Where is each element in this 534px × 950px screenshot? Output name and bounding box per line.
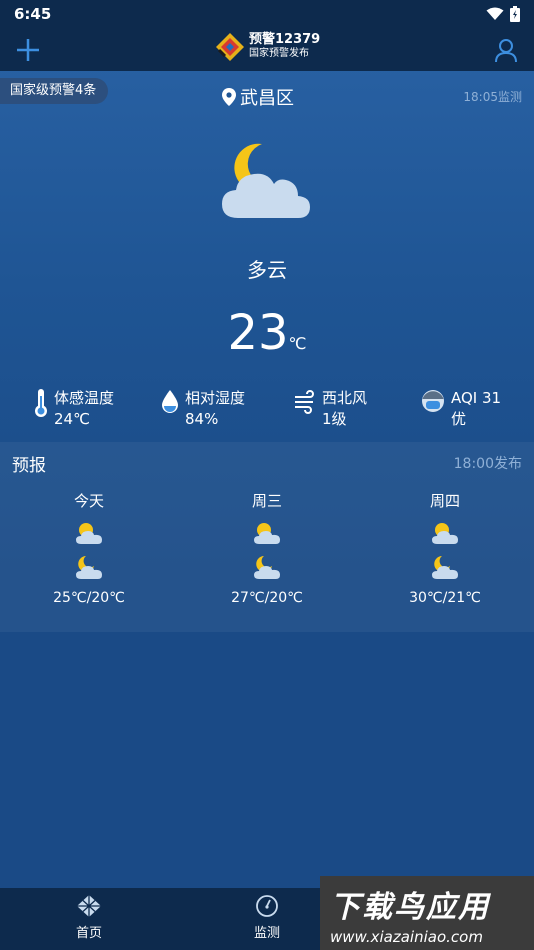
brand-title: 预警12379	[249, 32, 321, 47]
mask-face-icon	[422, 390, 444, 412]
nav-monitor-label: 监测	[253, 926, 280, 941]
wind-icon	[295, 390, 314, 414]
app-bar: 预警12379 国家预警发布	[0, 28, 534, 71]
forecast-day[interactable]: 周四 30℃/21℃	[356, 490, 534, 606]
gauge-icon	[256, 895, 278, 917]
warning-logo-icon	[216, 33, 244, 61]
wind-direction: 西北风	[322, 389, 368, 407]
status-time: 6:45	[14, 5, 52, 23]
partly-cloudy-day-icon	[76, 523, 102, 544]
weather-details: 体感温度 24℃ 相对湿度 84% 西北风 1级 AQI 31 优	[0, 388, 534, 434]
day-temp-range: 27℃/20℃	[231, 590, 303, 606]
forecast-day[interactable]: 周三 27℃/20℃	[178, 490, 356, 606]
humidity-drop-icon	[162, 390, 178, 413]
aqi-level: 优	[451, 410, 467, 428]
partly-cloudy-day-icon	[254, 523, 280, 544]
day-name: 周三	[251, 492, 282, 510]
day-name: 周四	[429, 492, 460, 510]
watermark-title: 下载鸟应用	[330, 890, 490, 925]
nav-home[interactable]: 首页	[29, 894, 149, 941]
forecast-day[interactable]: 今天 25℃/20℃	[0, 490, 178, 606]
forecast-publish-time: 18:00发布	[453, 456, 522, 472]
wind: 西北风 1级	[294, 388, 367, 430]
nav-home-label: 首页	[75, 926, 102, 941]
humidity-label: 相对湿度	[185, 389, 246, 407]
nav-monitor[interactable]: 监测	[207, 894, 327, 941]
current-temperature: 23℃	[0, 305, 534, 361]
partly-cloudy-night-icon	[76, 556, 102, 579]
plus-icon[interactable]	[14, 36, 42, 64]
humidity: 相对湿度 84%	[161, 388, 245, 430]
day-temp-range: 30℃/21℃	[409, 590, 481, 606]
day-temp-range: 25℃/20℃	[53, 590, 125, 606]
location-selector[interactable]: 武昌区	[222, 84, 294, 110]
feels-like-value: 24℃	[54, 410, 90, 428]
national-alert-badge[interactable]: 国家级预警4条	[0, 78, 109, 104]
partly-cloudy-day-icon	[432, 523, 458, 544]
temperature-value: 23	[227, 305, 289, 361]
current-condition: 多云	[247, 258, 287, 282]
partly-cloudy-night-icon	[222, 143, 310, 218]
user-icon[interactable]	[492, 36, 520, 64]
wind-level: 1级	[322, 410, 347, 428]
wifi-icon	[486, 7, 504, 20]
day-name: 今天	[73, 492, 104, 510]
thermometer-icon	[35, 389, 47, 417]
location-name: 武昌区	[240, 88, 294, 109]
air-quality: AQI 31 优	[421, 388, 501, 430]
feels-like: 体感温度 24℃	[34, 388, 114, 430]
feels-like-label: 体感温度	[54, 389, 115, 407]
humidity-value: 84%	[185, 410, 219, 428]
temperature-unit: ℃	[288, 334, 307, 353]
partly-cloudy-night-icon	[254, 556, 280, 579]
watermark: 下载鸟应用 www.xiazainiao.com	[320, 876, 534, 950]
location-pin-icon	[222, 88, 236, 106]
status-bar: 6:45	[0, 0, 534, 28]
brand-logo: 预警12379 国家预警发布	[215, 32, 320, 62]
forecast-title: 预报	[12, 456, 46, 476]
brand-subtitle: 国家预警发布	[249, 48, 309, 59]
partly-cloudy-night-icon	[432, 556, 458, 579]
aqi-label: AQI 31	[451, 389, 502, 407]
watermark-url: www.xiazainiao.com	[330, 928, 483, 946]
map-grid-icon	[77, 895, 101, 917]
monitor-time: 18:05监测	[463, 90, 522, 104]
forecast-panel: 预报 18:00发布 今天 25℃/20℃ 周三 27℃/20℃ 周四 30℃/…	[0, 442, 534, 632]
battery-icon	[510, 6, 520, 22]
